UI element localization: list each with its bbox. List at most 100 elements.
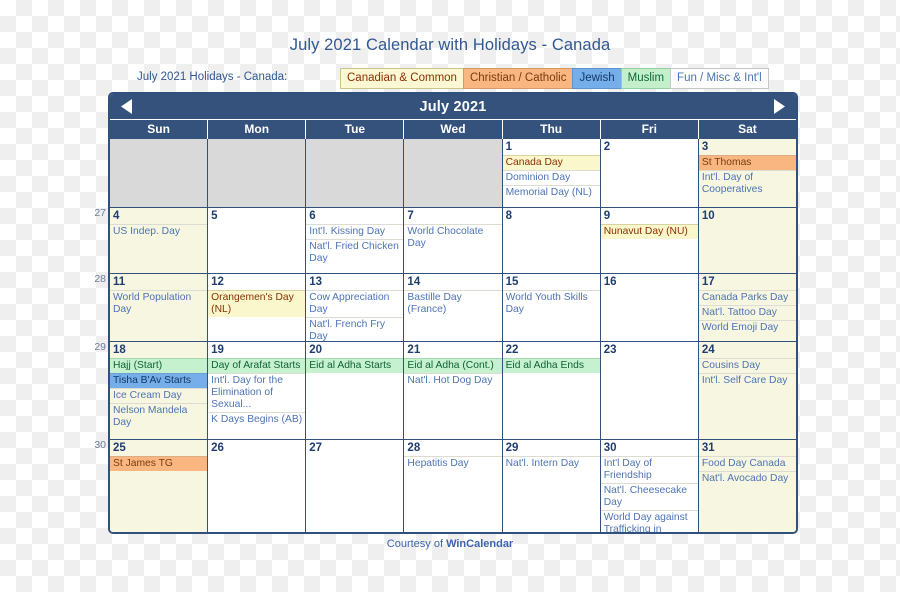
next-month-arrow-icon[interactable]	[770, 98, 788, 115]
calendar-day-cell[interactable]: 12 Orangemen's Day (NL)	[208, 274, 307, 341]
legend-chip-jewish[interactable]: Jewish	[572, 68, 622, 89]
calendar-day-cell[interactable]: 8	[502, 208, 601, 273]
holiday-event-plain[interactable]: Nat'l. Fried Chicken Day	[306, 239, 404, 266]
day-number: 30	[603, 442, 617, 454]
calendar-day-cell[interactable]: 4 US Indep. Day	[110, 208, 209, 273]
holiday-event-plain[interactable]: Hepatitis Day	[404, 456, 502, 471]
calendar-day-cell[interactable]: 24 Cousins Day Int'l. Self Care Day	[698, 342, 796, 439]
legend-caption: July 2021 Holidays - Canada:	[137, 71, 288, 83]
holiday-event-plain[interactable]: World Population Day	[110, 290, 208, 317]
calendar-day-cell[interactable]: 31 Food Day Canada Nat'l. Avocado Day	[698, 440, 796, 532]
day-number: 18	[113, 344, 126, 356]
calendar-day-cell[interactable]: 26	[208, 440, 307, 532]
holiday-event-plain[interactable]: Nat'l. Intern Day	[502, 456, 600, 471]
calendar-day-cell[interactable]: 9 Nunavut Day (NU)	[600, 208, 699, 273]
day-number: 20	[309, 344, 323, 356]
day-event-list: Hepatitis Day	[404, 456, 502, 471]
holiday-event-plain[interactable]: Int'l Day of Friendship	[600, 456, 698, 483]
footer-brand[interactable]: WinCalendar	[446, 538, 513, 550]
holiday-event-plain[interactable]: World Emoji Day	[698, 320, 796, 335]
holiday-event-muslim[interactable]: Eid al Adha Starts	[306, 358, 404, 373]
calendar-day-cell[interactable]: 1 Canada Day Dominion Day Memorial Day (NL)	[502, 139, 601, 207]
calendar-day-cell[interactable]: 16	[600, 274, 699, 341]
holiday-event-plain[interactable]: Canada Parks Day	[698, 290, 796, 305]
holiday-event-plain[interactable]: Cousins Day	[698, 358, 796, 373]
calendar-day-cell[interactable]: 29 Nat'l. Intern Day	[502, 440, 601, 532]
calendar-day-cell[interactable]: 13 Cow Appreciation Day Nat'l. French Fry …	[306, 274, 405, 341]
day-event-list: Canada Day Dominion Day Memorial Day (NL)	[502, 155, 600, 200]
day-number: 25	[113, 442, 126, 454]
legend-chip-christian[interactable]: Christian / Catholic	[462, 68, 574, 89]
holiday-event-plain[interactable]: Int'l. Kissing Day	[306, 224, 404, 239]
holiday-event-plain[interactable]: US Indep. Day	[110, 224, 208, 239]
calendar-day-cell[interactable]: 22 Eid al Adha Ends	[502, 342, 601, 439]
holiday-event-muslim[interactable]: Day of Arafat Starts	[208, 358, 306, 373]
holiday-event-plain[interactable]: K Days Begins (AB)	[208, 412, 306, 427]
holiday-event-plain[interactable]: Nat'l. Avocado Day	[698, 471, 796, 486]
legend-row: July 2021 Holidays - Canada: Canadian & …	[108, 68, 798, 90]
calendar-day-cell[interactable]: 2	[600, 139, 699, 207]
holiday-event-plain[interactable]: World Day against Trafficking in Persons	[600, 510, 698, 532]
calendar-day-cell[interactable]: 7 World Chocolate Day	[404, 208, 503, 273]
holiday-event-plain[interactable]: Bastille Day (France)	[404, 290, 502, 317]
calendar-day-cell[interactable]: 27	[306, 440, 405, 532]
day-number: 15	[505, 276, 519, 288]
day-number: 19	[211, 344, 224, 356]
weekday-header-wed: Wed	[404, 120, 503, 139]
calendar-day-cell[interactable]: 19 Day of Arafat Starts Int'l. Day for the…	[208, 342, 307, 439]
calendar-day-cell[interactable]: 17 Canada Parks Day Nat'l. Tattoo Day World…	[698, 274, 796, 341]
calendar-day-cell-empty	[110, 139, 209, 207]
calendar-week-row: 25 St James TG 26 27 28 Hepatitis Day 29 Nat'l.…	[110, 439, 796, 532]
day-event-list: World Youth Skills Day	[502, 290, 600, 317]
holiday-event-christian[interactable]: St Thomas	[698, 155, 796, 170]
day-event-list: Eid al Adha (Cont.) Nat'l. Hot Dog Day	[404, 358, 502, 388]
holiday-event-plain[interactable]: Nat'l. Tattoo Day	[698, 305, 796, 320]
holiday-event-jewish[interactable]: Tisha B'Av Starts	[110, 373, 208, 388]
holiday-event-plain[interactable]: Cow Appreciation Day	[306, 290, 404, 317]
holiday-event-plain[interactable]: Food Day Canada	[698, 456, 796, 471]
calendar-day-cell[interactable]: 5	[208, 208, 307, 273]
legend-chip-muslim[interactable]: Muslim	[620, 68, 672, 89]
calendar-day-cell[interactable]: 30 Int'l Day of Friendship Nat'l. Cheeseca…	[600, 440, 699, 532]
holiday-event-plain[interactable]: Nat'l. Cheesecake Day	[600, 483, 698, 510]
calendar-week-row: 1 Canada Day Dominion Day Memorial Day (NL)…	[110, 139, 796, 207]
calendar-day-cell[interactable]: 23	[600, 342, 699, 439]
holiday-event-muslim[interactable]: Eid al Adha Ends	[502, 358, 600, 373]
holiday-event-canadian[interactable]: Canada Day	[502, 155, 600, 170]
holiday-event-plain[interactable]: Int'l. Day of Cooperatives	[698, 170, 796, 197]
calendar-day-cell[interactable]: 15 World Youth Skills Day	[502, 274, 601, 341]
holiday-event-plain[interactable]: Nat'l. Hot Dog Day	[404, 373, 502, 388]
holiday-event-canadian[interactable]: Nunavut Day (NU)	[600, 224, 698, 239]
holiday-event-muslim[interactable]: Eid al Adha (Cont.)	[404, 358, 502, 373]
calendar-day-cell[interactable]: 6 Int'l. Kissing Day Nat'l. Fried Chicken …	[306, 208, 405, 273]
holiday-event-plain[interactable]: World Chocolate Day	[404, 224, 502, 251]
calendar-day-cell[interactable]: 18 Hajj (Start) Tisha B'Av Starts Ice Cream…	[110, 342, 209, 439]
legend-chip-canadian[interactable]: Canadian & Common	[340, 68, 464, 89]
holiday-event-plain[interactable]: Nelson Mandela Day	[110, 403, 208, 430]
footer-prefix: Courtesy of	[386, 538, 447, 550]
calendar-day-cell[interactable]: 28 Hepatitis Day	[404, 440, 503, 532]
week-number: 30	[94, 439, 106, 451]
holiday-event-muslim[interactable]: Hajj (Start)	[110, 358, 208, 373]
calendar-day-cell[interactable]: 3 St Thomas Int'l. Day of Cooperatives	[698, 139, 796, 207]
holiday-event-plain[interactable]: Memorial Day (NL)	[502, 185, 600, 200]
calendar-day-cell[interactable]: 14 Bastille Day (France)	[404, 274, 503, 341]
holiday-event-plain[interactable]: Int'l. Self Care Day	[698, 373, 796, 388]
legend-chip-fun[interactable]: Fun / Misc & Int'l	[670, 68, 769, 89]
holiday-event-plain[interactable]: Dominion Day	[502, 170, 600, 185]
holiday-event-canadian[interactable]: Orangemen's Day (NL)	[208, 290, 306, 317]
holiday-event-plain[interactable]: Nat'l. French Fry Day	[306, 317, 404, 341]
calendar-day-cell[interactable]: 25 St James TG	[110, 440, 209, 532]
holiday-event-plain[interactable]: Ice Cream Day	[110, 388, 208, 403]
holiday-event-plain[interactable]: Int'l. Day for the Elimination of Sexual…	[208, 373, 306, 412]
calendar-day-cell[interactable]: 10	[698, 208, 796, 273]
calendar-day-cell[interactable]: 20 Eid al Adha Starts	[306, 342, 405, 439]
holiday-event-christian[interactable]: St James TG	[110, 456, 208, 471]
day-number: 4	[113, 210, 120, 222]
day-number: 6	[309, 210, 316, 222]
day-number: 12	[211, 276, 224, 288]
calendar-day-cell[interactable]: 21 Eid al Adha (Cont.) Nat'l. Hot Dog Day	[404, 342, 503, 439]
holiday-event-plain[interactable]: World Youth Skills Day	[502, 290, 600, 317]
calendar-day-cell[interactable]: 11 World Population Day	[110, 274, 209, 341]
previous-month-arrow-icon[interactable]	[118, 98, 136, 115]
